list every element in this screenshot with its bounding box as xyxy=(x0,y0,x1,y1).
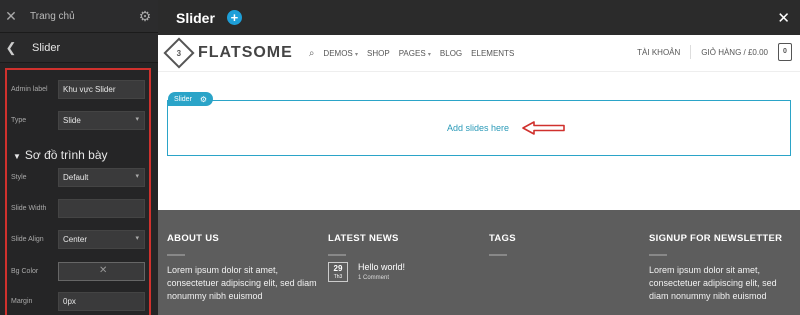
margin-row: Margin 0px xyxy=(11,292,145,311)
type-select[interactable]: Slide ▾ xyxy=(58,111,145,130)
nav-pages-label: PAGES xyxy=(398,48,426,58)
logo-icon[interactable]: 3 xyxy=(163,37,195,69)
nav-demos[interactable]: DEMOS ▾ xyxy=(323,49,358,58)
footer-news: LATEST NEWS 29 Th3 Hello world! 1 Commen… xyxy=(328,233,468,282)
news-text: Hello world! 1 Comment xyxy=(358,262,405,281)
breadcrumb-home[interactable]: Trang chủ xyxy=(22,11,132,22)
slide-align-label: Slide Align xyxy=(11,236,44,243)
add-slides-link[interactable]: Add slides here xyxy=(447,123,509,133)
divider xyxy=(690,45,692,59)
slide-align-value: Center xyxy=(63,235,88,244)
site-header: 3 FLATSOME ⌕ DEMOS ▾ SHOP PAGES ▾ BLOG E… xyxy=(158,35,800,72)
news-comments[interactable]: 1 Comment xyxy=(358,275,405,281)
account-link[interactable]: TÀI KHOẢN xyxy=(637,48,680,57)
divider xyxy=(328,254,346,256)
news-month: Th3 xyxy=(333,274,343,280)
slide-width-input[interactable] xyxy=(58,199,145,218)
slider-options-highlight: Admin label Khu vực Slider Type Slide ▾ … xyxy=(5,68,151,315)
footer-about-title: ABOUT US xyxy=(167,233,220,244)
nav-blog[interactable]: BLOG xyxy=(440,49,462,58)
gear-icon[interactable]: ⚙ xyxy=(200,95,207,104)
margin-value: 0px xyxy=(63,297,76,306)
page-builder: ✕ Trang chủ ⚙ ❮ Slider Admin label Khu v… xyxy=(0,0,800,315)
layout-section-heading[interactable]: ▼ Sơ đồ trình bày xyxy=(13,148,108,162)
chevron-down-icon: ▾ xyxy=(135,235,139,242)
footer-tags-title: TAGS xyxy=(489,233,516,244)
admin-label-value: Khu vực Slider xyxy=(63,85,116,94)
builder-sidebar: ✕ Trang chủ ⚙ ❮ Slider Admin label Khu v… xyxy=(0,0,158,315)
footer-about-text: Lorem ipsum dolor sit amet, consectetuer… xyxy=(167,265,317,301)
element-header: ❮ Slider xyxy=(0,33,158,63)
footer-news-title: LATEST NEWS xyxy=(328,233,399,244)
chevron-down-icon: ▾ xyxy=(135,173,139,180)
nav-pages[interactable]: PAGES ▾ xyxy=(399,49,431,58)
news-post-title[interactable]: Hello world! xyxy=(358,262,405,272)
slider-element[interactable]: Slider ⚙ Add slides here xyxy=(167,92,791,156)
chevron-down-icon: ▾ xyxy=(135,116,139,123)
preview-area: Slider + ✕ 3 FLATSOME ⌕ DEMOS ▾ SHOP PAG… xyxy=(158,0,800,315)
slide-width-label: Slide Width xyxy=(11,205,47,212)
slider-tag-label: Slider xyxy=(174,95,192,103)
date-badge: 29 Th3 xyxy=(328,262,348,282)
main-nav: ⌕ DEMOS ▾ SHOP PAGES ▾ BLOG ELEMENTS xyxy=(309,48,514,59)
footer-about: ABOUT US Lorem ipsum dolor sit amet, con… xyxy=(167,233,317,303)
footer-newsletter-text: Lorem ipsum dolor sit amet, consectetuer… xyxy=(649,265,777,301)
footer-newsletter-title: SIGNUP FOR NEWSLETTER xyxy=(649,233,783,244)
element-title: Slider xyxy=(32,41,61,54)
back-arrow-icon[interactable]: ❮ xyxy=(0,40,22,56)
builder-topbar: Slider + ✕ xyxy=(158,0,800,35)
search-icon[interactable]: ⌕ xyxy=(309,48,315,59)
slider-tag[interactable]: Slider ⚙ xyxy=(168,92,214,106)
style-select[interactable]: Default ▾ xyxy=(58,168,145,187)
arrow-left-icon xyxy=(522,121,565,135)
nav-demos-label: DEMOS xyxy=(323,48,353,58)
style-value: Default xyxy=(63,173,89,182)
footer-tags: TAGS xyxy=(489,233,609,256)
margin-label: Margin xyxy=(11,298,33,305)
bg-color-picker[interactable]: ✕ xyxy=(58,262,145,281)
admin-label-row: Admin label Khu vực Slider xyxy=(11,80,145,99)
divider xyxy=(489,254,507,256)
type-value: Slide xyxy=(63,116,81,125)
site-footer: ABOUT US Lorem ipsum dolor sit amet, con… xyxy=(158,210,800,315)
slide-width-row: Slide Width xyxy=(11,199,145,218)
section-title: Sơ đồ trình bày xyxy=(24,148,108,162)
add-element-button[interactable]: + xyxy=(226,10,242,25)
bg-color-row: Bg Color ✕ xyxy=(11,262,145,281)
cart-icon[interactable]: 0 xyxy=(778,43,792,61)
logo-badge: 3 xyxy=(176,48,182,58)
close-icon[interactable]: ✕ xyxy=(0,8,22,25)
caret-down-icon: ▼ xyxy=(13,152,21,161)
sidebar-header: ✕ Trang chủ ⚙ xyxy=(0,0,158,33)
chevron-down-icon: ▾ xyxy=(427,51,431,58)
footer-newsletter: SIGNUP FOR NEWSLETTER Lorem ipsum dolor … xyxy=(649,233,794,303)
style-label: Style xyxy=(11,174,27,181)
divider xyxy=(167,254,185,256)
margin-input[interactable]: 0px xyxy=(58,292,145,311)
nav-shop[interactable]: SHOP xyxy=(367,49,390,58)
style-row: Style Default ▾ xyxy=(11,168,145,187)
cart-link[interactable]: GIỎ HÀNG / £0.00 xyxy=(701,48,768,57)
chevron-down-icon: ▾ xyxy=(355,51,359,58)
admin-label-input[interactable]: Khu vực Slider xyxy=(58,80,145,99)
admin-label-label: Admin label xyxy=(11,86,48,93)
logo-text[interactable]: FLATSOME xyxy=(198,44,293,62)
gear-icon[interactable]: ⚙ xyxy=(132,8,158,25)
header-right: TÀI KHOẢN GIỎ HÀNG / £0.00 0 xyxy=(637,43,792,61)
slide-align-row: Slide Align Center ▾ xyxy=(11,230,145,249)
type-row: Type Slide ▾ xyxy=(11,111,145,130)
nav-elements[interactable]: ELEMENTS xyxy=(471,49,514,58)
site-preview: 3 FLATSOME ⌕ DEMOS ▾ SHOP PAGES ▾ BLOG E… xyxy=(158,35,800,210)
type-label: Type xyxy=(11,117,27,124)
news-day: 29 xyxy=(333,264,343,273)
clear-color-icon[interactable]: ✕ xyxy=(99,265,107,276)
close-icon[interactable]: ✕ xyxy=(777,9,790,27)
topbar-title: Slider xyxy=(176,9,215,26)
news-item[interactable]: 29 Th3 Hello world! 1 Comment xyxy=(328,262,468,282)
divider xyxy=(649,254,667,256)
bg-color-label: Bg Color xyxy=(11,268,39,275)
slide-align-select[interactable]: Center ▾ xyxy=(58,230,145,249)
